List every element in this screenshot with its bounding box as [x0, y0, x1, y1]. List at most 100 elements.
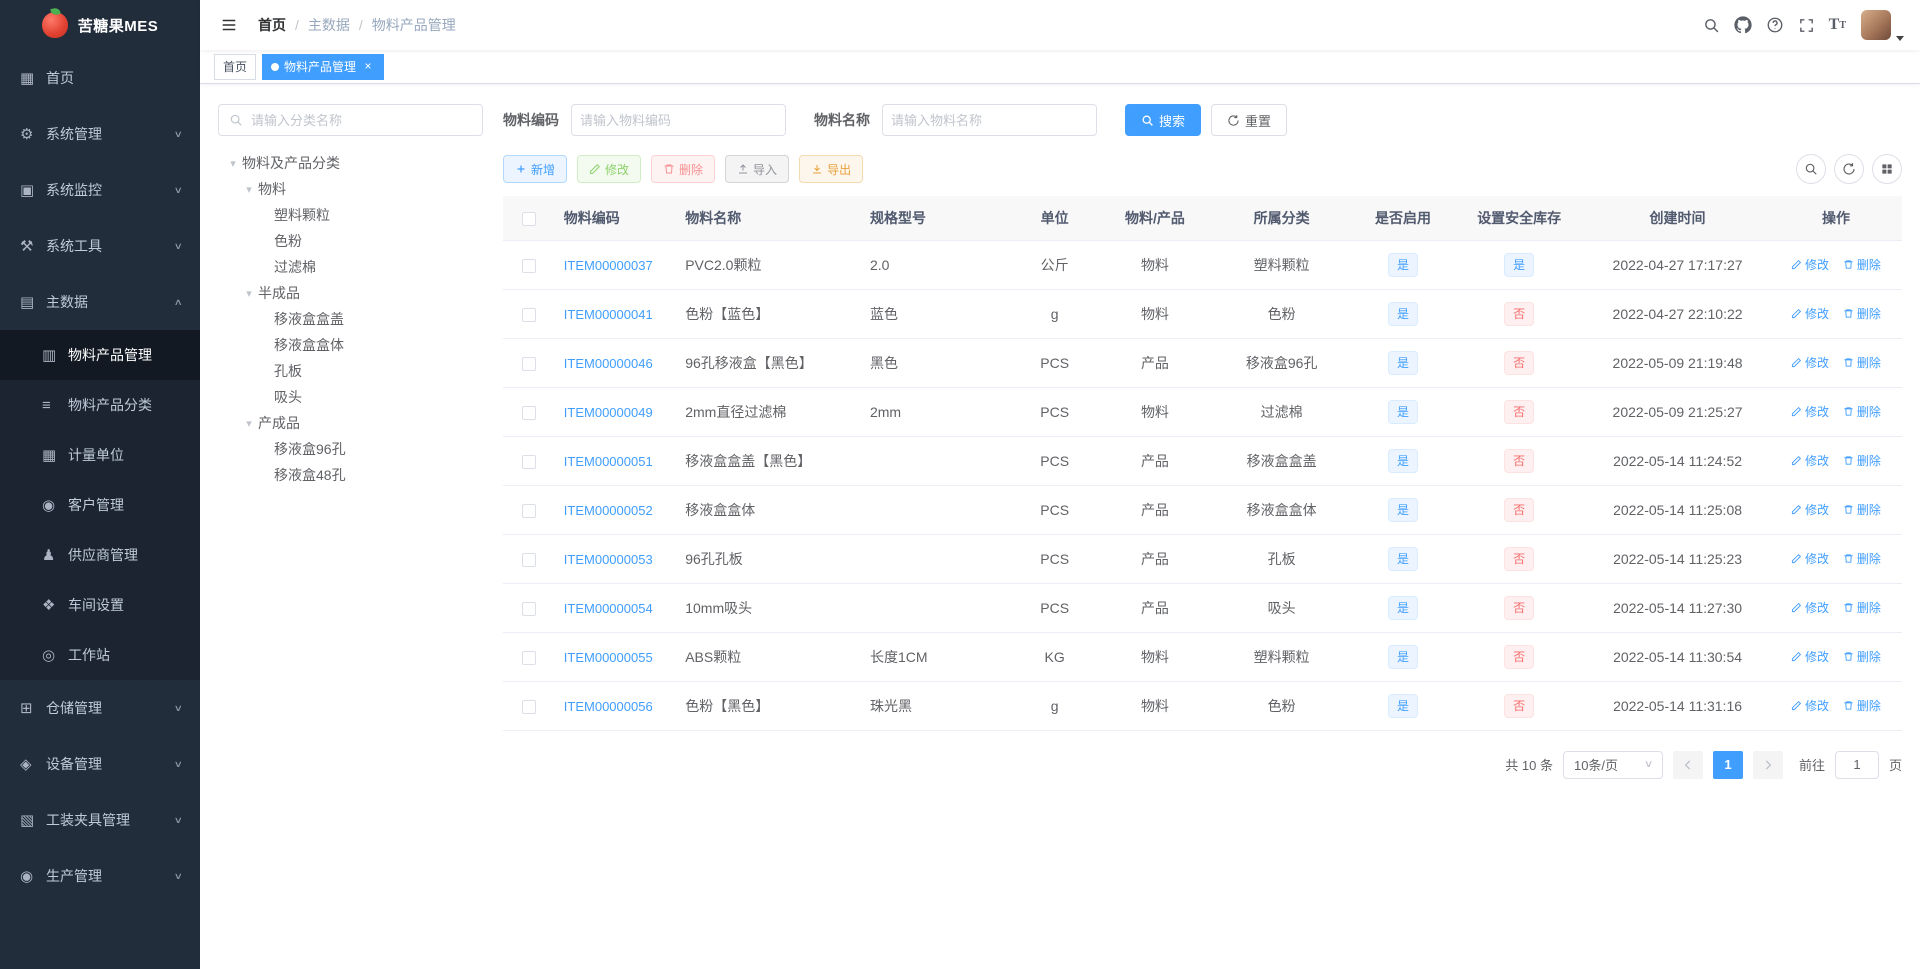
- sidebar-item-system-tools[interactable]: ⚒ 系统工具 ∨: [0, 218, 200, 274]
- row-checkbox[interactable]: [522, 699, 537, 714]
- row-checkbox[interactable]: [522, 356, 537, 371]
- row-edit-button[interactable]: 修改: [1791, 648, 1829, 665]
- next-page-button[interactable]: [1752, 750, 1783, 779]
- tree-node[interactable]: 移液盒盒盖: [218, 306, 483, 332]
- table-row[interactable]: ITEM00000054 10mm吸头 PCS 产品 吸头 是 否 2022-0…: [503, 583, 1902, 633]
- row-edit-button[interactable]: 修改: [1791, 305, 1829, 322]
- delete-button[interactable]: 删除: [651, 155, 716, 183]
- sidebar-subitem-measurement-unit[interactable]: ▦ 计量单位: [0, 430, 200, 480]
- table-row[interactable]: ITEM00000055 ABS颗粒 长度1CM KG 物料 塑料颗粒 是 否 …: [503, 632, 1902, 682]
- goto-page-input[interactable]: [1834, 750, 1879, 779]
- add-button[interactable]: 新增: [503, 155, 568, 183]
- row-checkbox[interactable]: [522, 601, 537, 616]
- material-code-link[interactable]: ITEM00000055: [564, 650, 653, 665]
- row-delete-button[interactable]: 删除: [1843, 501, 1881, 518]
- material-code-link[interactable]: ITEM00000041: [564, 307, 653, 322]
- row-edit-button[interactable]: 修改: [1791, 550, 1829, 567]
- edit-button[interactable]: 修改: [577, 155, 642, 183]
- table-row[interactable]: ITEM00000053 96孔孔板 PCS 产品 孔板 是 否 2022-05…: [503, 534, 1902, 584]
- material-code-link[interactable]: ITEM00000051: [564, 454, 653, 469]
- question-icon[interactable]: [1759, 0, 1791, 50]
- tree-node[interactable]: 吸头: [218, 384, 483, 410]
- tree-node[interactable]: ▾ 半成品: [218, 280, 483, 306]
- sidebar-item-home[interactable]: ▦ 首页: [0, 50, 200, 106]
- import-button[interactable]: 导入: [725, 155, 790, 183]
- row-checkbox[interactable]: [522, 307, 537, 322]
- row-delete-button[interactable]: 删除: [1843, 697, 1881, 714]
- table-row[interactable]: ITEM00000037 PVC2.0颗粒 2.0 公斤 物料 塑料颗粒 是 是…: [503, 240, 1902, 290]
- row-delete-button[interactable]: 删除: [1843, 452, 1881, 469]
- table-row[interactable]: ITEM00000052 移液盒盒体 PCS 产品 移液盒盒体 是 否 2022…: [503, 485, 1902, 535]
- material-name-input[interactable]: [883, 112, 1096, 128]
- tree-node[interactable]: 移液盒盒体: [218, 332, 483, 358]
- row-edit-button[interactable]: 修改: [1791, 256, 1829, 273]
- row-checkbox[interactable]: [522, 454, 537, 469]
- category-search-input[interactable]: [243, 112, 482, 128]
- github-icon[interactable]: [1727, 0, 1759, 50]
- breadcrumb-item[interactable]: 主数据: [308, 15, 350, 35]
- row-edit-button[interactable]: 修改: [1791, 599, 1829, 616]
- row-delete-button[interactable]: 删除: [1843, 403, 1881, 420]
- sidebar-item-system-monitoring[interactable]: ▣ 系统监控 ∨: [0, 162, 200, 218]
- table-row[interactable]: ITEM00000049 2mm直径过滤棉 2mm PCS 物料 过滤棉 是 否…: [503, 387, 1902, 437]
- row-delete-button[interactable]: 删除: [1843, 305, 1881, 322]
- sidebar-item-master-data[interactable]: ▤ 主数据 ∧: [0, 274, 200, 330]
- avatar[interactable]: [1861, 10, 1891, 40]
- close-icon[interactable]: ×: [361, 59, 375, 74]
- material-code-link[interactable]: ITEM00000052: [564, 503, 653, 518]
- hamburger-icon[interactable]: [214, 16, 244, 34]
- sidebar-subitem-material-product-management[interactable]: ▥ 物料产品管理: [0, 330, 200, 380]
- table-row[interactable]: ITEM00000041 色粉【蓝色】 蓝色 g 物料 色粉 是 否 2022-…: [503, 289, 1902, 339]
- tree-node[interactable]: ▾ 产成品: [218, 410, 483, 436]
- tree-node[interactable]: ▾ 物料及产品分类: [218, 150, 483, 176]
- fullscreen-icon[interactable]: [1791, 0, 1822, 50]
- table-row[interactable]: ITEM00000051 移液盒盒盖【黑色】 PCS 产品 移液盒盒盖 是 否 …: [503, 436, 1902, 486]
- page-number-button[interactable]: 1: [1712, 750, 1743, 779]
- select-all-checkbox[interactable]: [522, 211, 537, 226]
- material-code-link[interactable]: ITEM00000037: [564, 258, 653, 273]
- prev-page-button[interactable]: [1672, 750, 1703, 779]
- sidebar-subitem-material-product-category[interactable]: ≡ 物料产品分类: [0, 380, 200, 430]
- material-code-link[interactable]: ITEM00000046: [564, 356, 653, 371]
- sidebar-item-tooling-fixture-management[interactable]: ▧ 工装夹具管理 ∨: [0, 792, 200, 848]
- refresh-table-button[interactable]: [1834, 154, 1864, 184]
- material-code-link[interactable]: ITEM00000056: [564, 699, 653, 714]
- row-edit-button[interactable]: 修改: [1791, 403, 1829, 420]
- row-edit-button[interactable]: 修改: [1791, 501, 1829, 518]
- tree-node[interactable]: 过滤棉: [218, 254, 483, 280]
- search-button[interactable]: 搜索: [1125, 104, 1202, 136]
- tree-node[interactable]: 移液盒96孔: [218, 436, 483, 462]
- font-size-icon[interactable]: TT: [1822, 0, 1853, 50]
- tree-node[interactable]: 移液盒48孔: [218, 462, 483, 488]
- material-code-link[interactable]: ITEM00000054: [564, 601, 653, 616]
- tag-active[interactable]: 物料产品管理 ×: [262, 53, 385, 80]
- row-delete-button[interactable]: 删除: [1843, 550, 1881, 567]
- material-code-link[interactable]: ITEM00000053: [564, 552, 653, 567]
- sidebar-subitem-workshop-settings[interactable]: ❖ 车间设置: [0, 580, 200, 630]
- breadcrumb-item[interactable]: 物料产品管理: [372, 15, 456, 35]
- tree-node[interactable]: 色粉: [218, 228, 483, 254]
- sidebar-subitem-supplier-management[interactable]: ♟ 供应商管理: [0, 530, 200, 580]
- table-row[interactable]: ITEM00000056 色粉【黑色】 珠光黑 g 物料 色粉 是 否 2022…: [503, 681, 1902, 731]
- row-edit-button[interactable]: 修改: [1791, 354, 1829, 371]
- material-code-input[interactable]: [572, 112, 785, 128]
- row-edit-button[interactable]: 修改: [1791, 452, 1829, 469]
- row-delete-button[interactable]: 删除: [1843, 599, 1881, 616]
- sidebar-subitem-customer-management[interactable]: ◉ 客户管理: [0, 480, 200, 530]
- material-code-link[interactable]: ITEM00000049: [564, 405, 653, 420]
- row-delete-button[interactable]: 删除: [1843, 354, 1881, 371]
- row-checkbox[interactable]: [522, 258, 537, 273]
- breadcrumb-item[interactable]: 首页: [258, 15, 286, 35]
- row-checkbox[interactable]: [522, 650, 537, 665]
- row-edit-button[interactable]: 修改: [1791, 697, 1829, 714]
- column-settings-button[interactable]: [1872, 154, 1902, 184]
- app-logo[interactable]: 苦糖果MES: [0, 0, 200, 50]
- reset-button[interactable]: 重置: [1211, 104, 1288, 136]
- sidebar-item-warehouse-management[interactable]: ⊞ 仓储管理 ∨: [0, 680, 200, 736]
- caret-down-icon[interactable]: [1896, 36, 1904, 41]
- search-icon[interactable]: [1696, 0, 1727, 50]
- page-size-select[interactable]: 10条/页 ∨: [1562, 750, 1663, 779]
- row-delete-button[interactable]: 删除: [1843, 648, 1881, 665]
- export-button[interactable]: 导出: [799, 155, 864, 183]
- tree-node[interactable]: 孔板: [218, 358, 483, 384]
